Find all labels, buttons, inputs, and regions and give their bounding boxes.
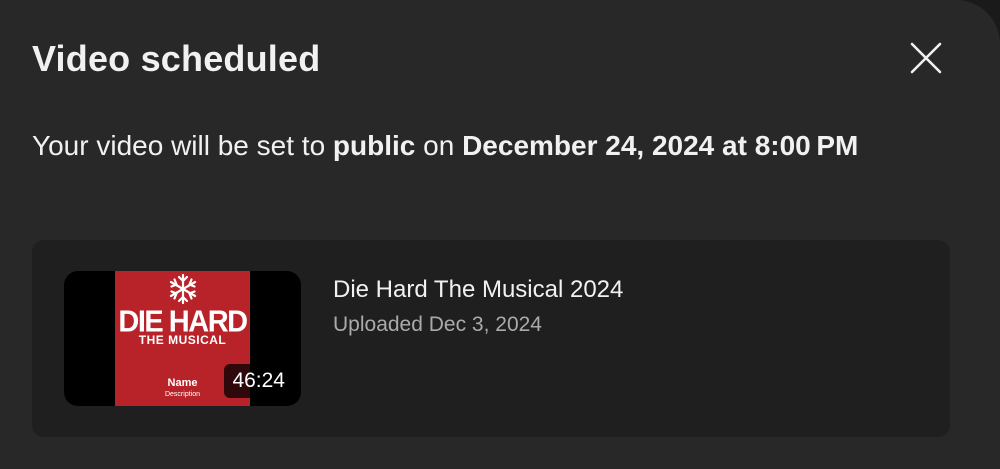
close-button[interactable]: [904, 36, 948, 80]
poster-subtitle: THE MUSICAL: [138, 333, 227, 347]
snowflake-icon: [115, 273, 250, 305]
scheduled-datetime: December 24, 2024 at 8:00 PM: [462, 130, 859, 161]
duration-badge: 46:24: [224, 364, 293, 398]
upload-date: Uploaded Dec 3, 2024: [333, 313, 542, 336]
video-scheduled-dialog: Video scheduled Your video will be set t…: [0, 0, 1000, 469]
visibility-value: public: [332, 130, 416, 161]
schedule-message: Your video will be set to public on Dece…: [32, 122, 932, 170]
message-middle: on: [415, 130, 463, 161]
close-icon: [910, 42, 942, 74]
video-title[interactable]: Die Hard The Musical 2024: [333, 276, 623, 304]
dialog-title: Video scheduled: [32, 38, 321, 79]
video-thumbnail[interactable]: DIE HARD THE MUSICAL Name Description 46…: [64, 271, 301, 406]
video-card: DIE HARD THE MUSICAL Name Description 46…: [32, 240, 950, 437]
message-prefix: Your video will be set to: [32, 130, 333, 161]
